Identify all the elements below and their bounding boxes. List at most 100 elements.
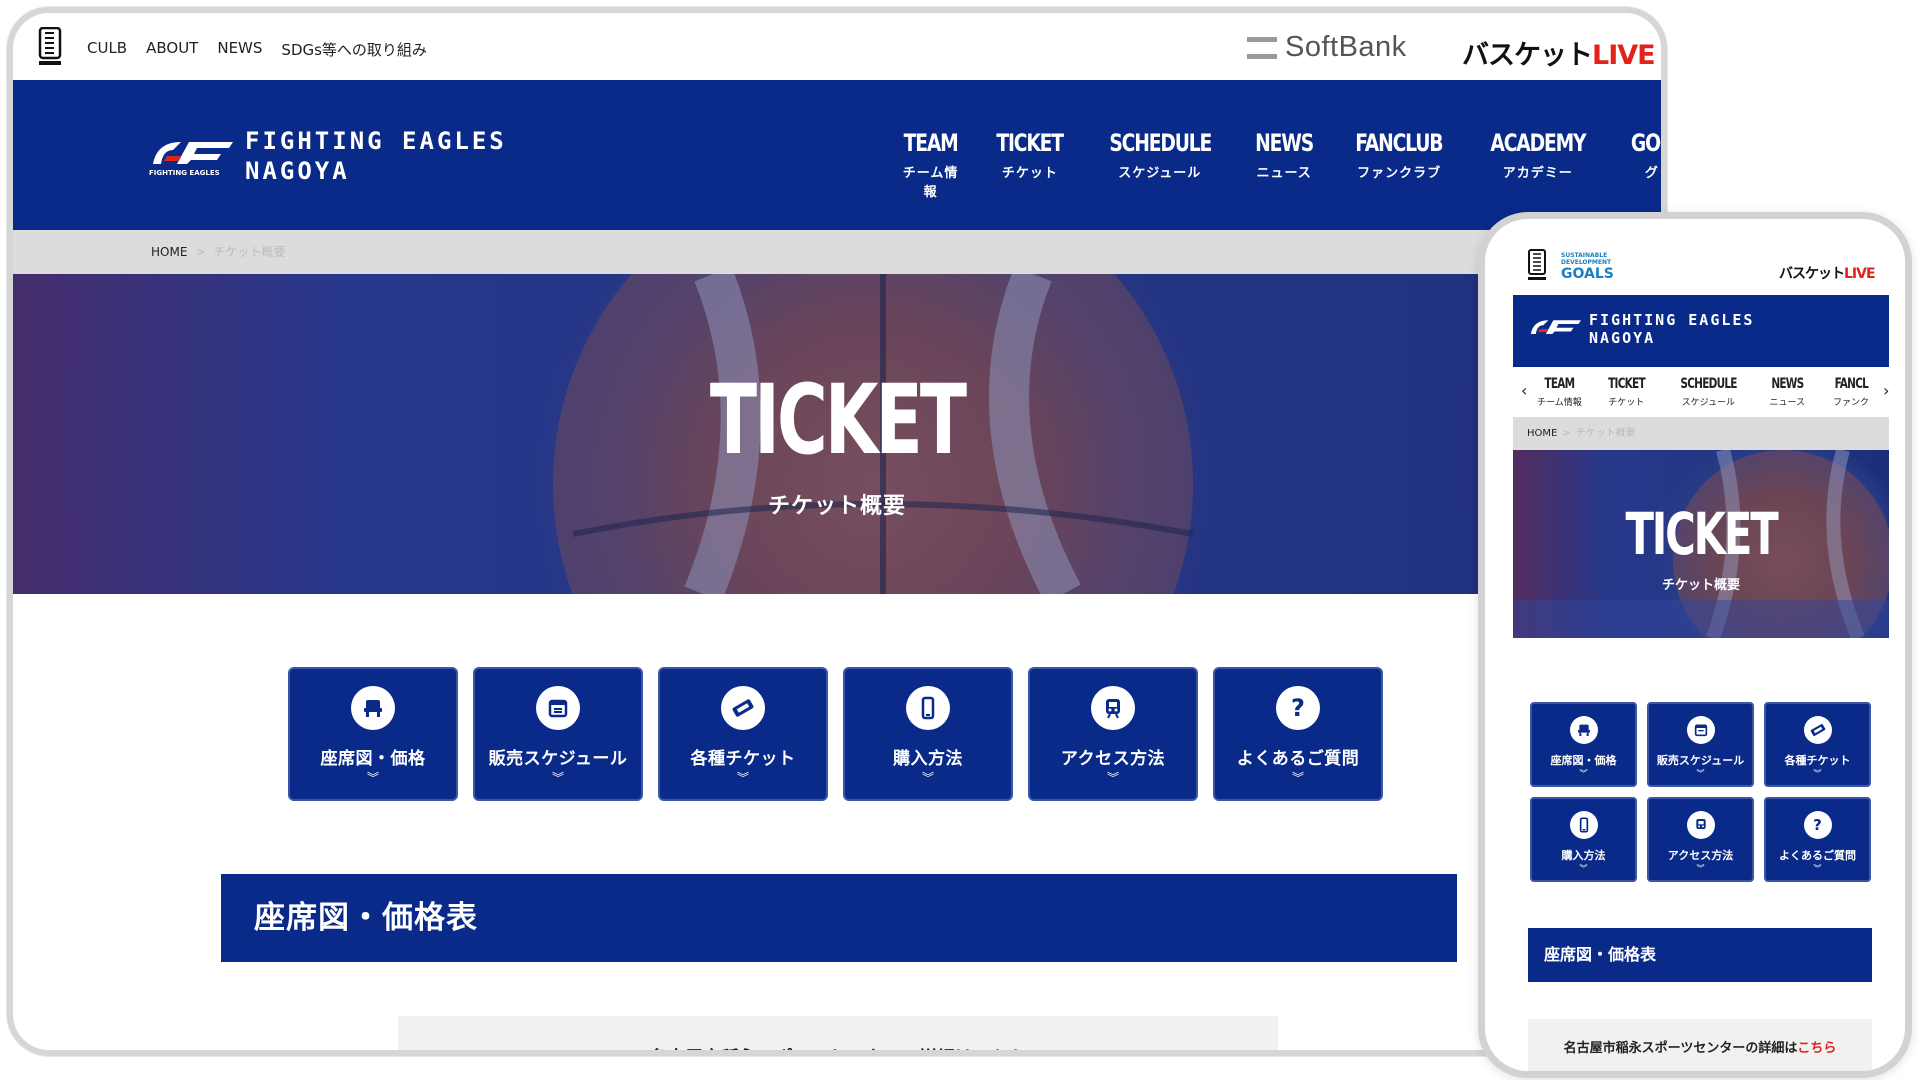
card-seat-price[interactable]: 座席図・価格 ︾: [1530, 702, 1637, 787]
nav-goods-en: GOODS: [1630, 129, 1661, 157]
breadcrumb-current: チケット概要: [1575, 428, 1636, 439]
nav-team-jp: チーム情報: [1537, 398, 1582, 408]
site-header: FIGHTING EAGLES FIGHTING EAGLES NAGOYA T…: [13, 80, 1661, 230]
card-access[interactable]: アクセス方法 ︾: [1647, 797, 1754, 882]
nav-schedule[interactable]: SCHEDULE スケジュール: [1095, 128, 1225, 200]
breadcrumb-home[interactable]: HOME: [1527, 428, 1557, 439]
nav-ticket-en: TICKET: [996, 129, 1065, 157]
card-ticket-types[interactable]: 各種チケット ︾: [1764, 702, 1871, 787]
nav-schedule-jp: スケジュール: [1118, 166, 1202, 181]
quick-links: 座席図・価格 ︾ 販売スケジュール ︾ 各種チケット ︾ 購入方法 ︾ アクセス…: [288, 667, 1383, 801]
question-icon: ?: [1803, 811, 1832, 839]
calendar-icon: [1686, 716, 1715, 744]
eagle-logo-icon: FIGHTING EAGLES: [149, 142, 233, 177]
card-seat-price[interactable]: 座席図・価格 ︾: [288, 667, 458, 801]
chevron-down-icon: ︾: [1696, 864, 1705, 873]
softbank-logo[interactable]: SoftBank: [1247, 31, 1407, 64]
chevron-down-icon: ︾: [736, 771, 749, 785]
venue-info-link[interactable]: こちら: [1797, 1041, 1836, 1056]
chevron-down-icon: ︾: [1291, 771, 1304, 785]
breadcrumb-home[interactable]: HOME: [151, 245, 187, 259]
nav-team-en: TEAM: [1544, 376, 1575, 392]
nav-team[interactable]: TEAM チーム情報: [1537, 375, 1582, 408]
phone-nav-items: TEAM チーム情報 TICKET チケット SCHEDULE スケジュール NEWS…: [1537, 375, 1873, 408]
bleague-logo[interactable]: [1527, 249, 1547, 283]
card-label: 各種チケット: [690, 749, 796, 769]
nav-news-jp: ニュース: [1256, 166, 1312, 181]
nav-ticket[interactable]: TICKET チケット: [987, 128, 1072, 200]
nav-news-en: NEWS: [1771, 376, 1804, 392]
nav-fanclub[interactable]: FANCL ファンク: [1829, 375, 1874, 408]
nav-schedule[interactable]: SCHEDULE スケジュール: [1671, 375, 1746, 408]
top-link-club[interactable]: CULB: [87, 39, 127, 60]
top-bar: CULB ABOUT NEWS SDGs等への取り組み SoftBank バスケ…: [13, 13, 1661, 80]
nav-fanclub-en: FANCLUB: [1355, 129, 1444, 157]
card-ticket-types[interactable]: 各種チケット ︾: [658, 667, 828, 801]
team-logo[interactable]: FIGHTING EAGLES NAGOYA: [1527, 311, 1754, 347]
nav-schedule-en: SCHEDULE: [1108, 129, 1212, 157]
nav-news[interactable]: NEWS ニュース: [1247, 128, 1321, 200]
calendar-icon: [536, 686, 580, 730]
sdgs-line2: DEVELOPMENT: [1561, 259, 1612, 266]
nav-goods[interactable]: GOODS グッズ: [1621, 128, 1661, 200]
breadcrumb-separator: >: [195, 245, 206, 259]
chevron-right-icon[interactable]: ›: [1883, 381, 1889, 400]
train-icon: [1091, 686, 1135, 730]
card-label: 各種チケット: [1784, 754, 1851, 767]
hero-title: TICKET: [1625, 500, 1778, 568]
logo-small-text: FIGHTING EAGLES: [149, 169, 220, 177]
chevron-down-icon: ︾: [366, 771, 379, 785]
chevron-down-icon: ︾: [551, 771, 564, 785]
main-nav: TEAM チーム情報 TICKET チケット SCHEDULE スケジュール NEWS…: [896, 128, 1661, 200]
breadcrumb-current: チケット概要: [213, 245, 286, 259]
basket-live-logo[interactable]: バスケットLIVE: [1779, 263, 1876, 283]
seat-icon: [1569, 716, 1598, 744]
sdgs-logo[interactable]: SUSTAINABLE DEVELOPMENT GOALS: [1561, 252, 1614, 282]
chevron-down-icon: ︾: [1813, 769, 1822, 778]
venue-info-link[interactable]: こちら: [973, 1048, 1027, 1050]
nav-fanclub-en: FANCL: [1834, 376, 1868, 392]
softbank-text: SoftBank: [1285, 31, 1407, 63]
nav-fanclub-jp: ファンクラブ: [1357, 166, 1442, 181]
hero-banner: TICKET チケット概要: [13, 274, 1661, 594]
card-faq[interactable]: ? よくあるご質問 ︾: [1213, 667, 1383, 801]
basket-live-accent: LIVE: [1844, 266, 1876, 282]
team-name: FIGHTING EAGLES NAGOYA: [245, 126, 507, 186]
card-label: アクセス方法: [1667, 849, 1734, 862]
card-label: 販売スケジュール: [1656, 754, 1745, 767]
card-label: 座席図・価格: [1550, 754, 1617, 767]
bleague-logo[interactable]: [37, 27, 63, 67]
nav-news[interactable]: NEWS ニュース: [1766, 375, 1809, 408]
top-link-about[interactable]: ABOUT: [146, 39, 198, 60]
basket-live-logo[interactable]: バスケットLIVE: [1462, 33, 1656, 72]
nav-ticket[interactable]: TICKET チケット: [1602, 375, 1651, 408]
team-name-line2: NAGOYA: [1589, 329, 1656, 347]
card-access[interactable]: アクセス方法 ︾: [1028, 667, 1198, 801]
breadcrumb: HOME > チケット概要: [13, 230, 1661, 274]
phone-frame: SUSTAINABLE DEVELOPMENT GOALS バスケットLIVE …: [1478, 212, 1912, 1078]
top-link-sdgs[interactable]: SDGs等への取り組み: [281, 39, 427, 60]
card-faq[interactable]: ? よくあるご質問 ︾: [1764, 797, 1871, 882]
team-logo[interactable]: FIGHTING EAGLES FIGHTING EAGLES NAGOYA: [147, 126, 507, 186]
top-links: CULB ABOUT NEWS SDGs等への取り組み: [87, 39, 427, 60]
nav-ticket-jp: チケット: [1001, 166, 1058, 181]
basket-live-accent: LIVE: [1592, 40, 1656, 71]
hero-banner: TICKET チケット概要: [1513, 450, 1889, 638]
card-label: よくあるご質問: [1779, 849, 1856, 862]
nav-team[interactable]: TEAM チーム情報: [896, 128, 965, 200]
nav-academy[interactable]: ACADEMY アカデミー: [1477, 128, 1599, 200]
mockup-stage: CULB ABOUT NEWS SDGs等への取り組み SoftBank バスケ…: [0, 0, 1920, 1080]
hero-subtitle: チケット概要: [767, 494, 906, 519]
card-sales-schedule[interactable]: 販売スケジュール ︾: [1647, 702, 1754, 787]
nav-schedule-jp: スケジュール: [1681, 398, 1735, 408]
basket-live-main: バスケット: [1462, 40, 1593, 71]
top-link-news[interactable]: NEWS: [217, 39, 262, 60]
card-how-to-buy[interactable]: 購入方法 ︾: [1530, 797, 1637, 882]
train-icon: [1686, 811, 1715, 839]
hero-title: TICKET: [709, 364, 967, 476]
card-label: 座席図・価格: [320, 749, 426, 769]
nav-fanclub[interactable]: FANCLUB ファンクラブ: [1343, 128, 1455, 200]
card-how-to-buy[interactable]: 購入方法 ︾: [843, 667, 1013, 801]
card-sales-schedule[interactable]: 販売スケジュール ︾: [473, 667, 643, 801]
chevron-left-icon[interactable]: ‹: [1521, 381, 1527, 400]
